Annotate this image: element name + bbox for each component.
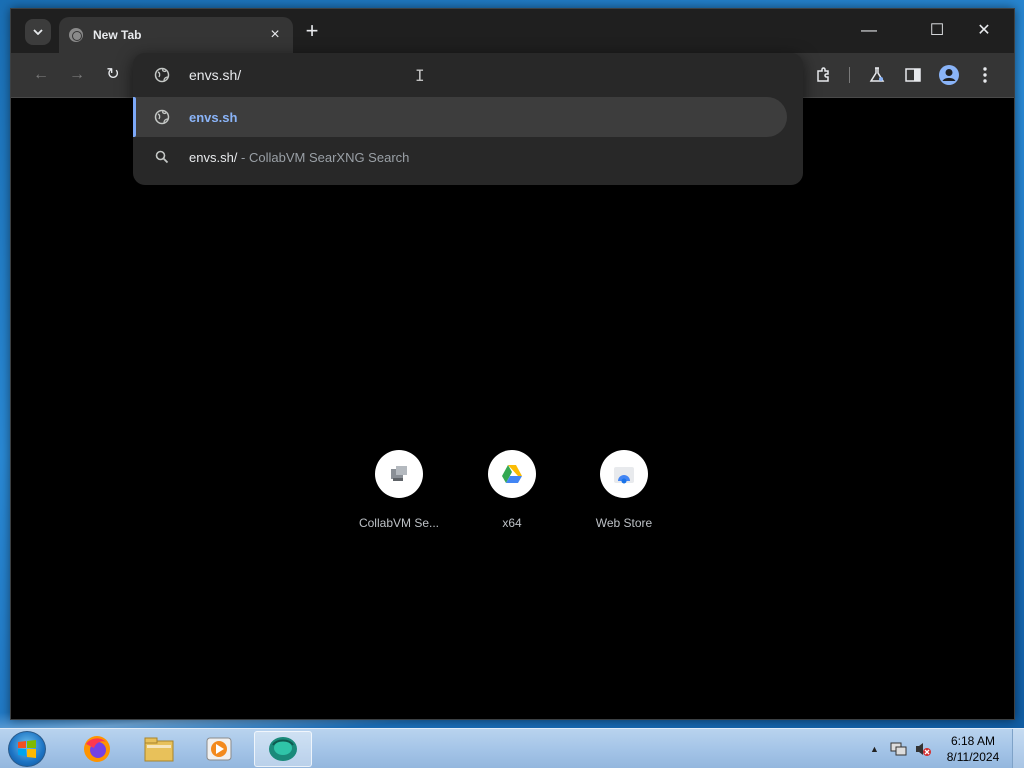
- suggestion-search[interactable]: envs.sh/ - CollabVM SearXNG Search: [133, 137, 803, 177]
- maximize-button[interactable]: ☐: [925, 19, 949, 43]
- suggestion-query: envs.sh/: [189, 149, 238, 165]
- toolbar-separator: [849, 67, 850, 83]
- omnibox-dropdown: envs.sh/ I envs.sh envs.sh/ - CollabVM S…: [133, 53, 803, 185]
- new-tab-button[interactable]: +: [301, 20, 323, 43]
- suggestion-description: - CollabVM SearXNG Search: [237, 149, 410, 165]
- google-drive-icon: [502, 465, 522, 483]
- tab-close-button[interactable]: ×: [267, 26, 283, 44]
- network-icon[interactable]: [890, 741, 908, 757]
- collabvm-icon: [391, 466, 407, 481]
- volume-muted-icon[interactable]: [914, 741, 932, 757]
- shortcut-collabvm[interactable]: CollabVM Se...: [343, 450, 455, 530]
- tab-new-tab[interactable]: New Tab ×: [59, 17, 293, 53]
- taskbar-file-explorer[interactable]: [130, 731, 188, 767]
- shortcut-label: Web Store: [595, 516, 653, 530]
- taskbar-media-player[interactable]: [190, 731, 248, 767]
- clock-time: 6:18 AM: [950, 734, 996, 748]
- menu-dots-icon[interactable]: [973, 63, 997, 87]
- side-panel-icon[interactable]: [901, 63, 925, 87]
- suggestion-url-text: envs.sh: [189, 109, 238, 125]
- shortcut-icon-circle: [600, 450, 648, 498]
- shortcut-icon-circle: [375, 450, 423, 498]
- taskbar-browser[interactable]: [254, 731, 312, 767]
- show-hidden-icons-icon[interactable]: ▲: [870, 744, 882, 754]
- file-explorer-icon: [144, 737, 174, 762]
- extensions-icon[interactable]: [812, 63, 836, 87]
- address-bar-input[interactable]: envs.sh/: [189, 67, 241, 83]
- minimize-button[interactable]: —: [857, 19, 881, 43]
- windows-logo-icon: [18, 740, 36, 758]
- search-icon: [153, 148, 171, 166]
- shortcut-icon-circle: [488, 450, 536, 498]
- show-desktop-button[interactable]: [1012, 729, 1024, 768]
- browser-app-icon: [269, 737, 297, 761]
- chevron-down-icon: [33, 29, 43, 35]
- taskbar: ▲ 6:18 AM 8/11/2024: [0, 728, 1024, 768]
- clock-date: 8/11/2024: [946, 750, 1000, 764]
- address-bar[interactable]: envs.sh/ I: [133, 53, 803, 97]
- shortcut-x64[interactable]: x64: [456, 450, 568, 530]
- forward-button[interactable]: →: [65, 63, 89, 87]
- suggestion-url[interactable]: envs.sh: [133, 97, 787, 137]
- reload-button[interactable]: ↻: [101, 63, 125, 87]
- start-button[interactable]: [8, 731, 46, 767]
- text-cursor-icon: I: [415, 66, 425, 85]
- back-button[interactable]: ←: [29, 63, 53, 87]
- globe-icon: [153, 108, 171, 126]
- taskbar-firefox[interactable]: [68, 731, 126, 767]
- shortcut-label: x64: [502, 516, 522, 530]
- system-tray: ▲: [870, 729, 932, 768]
- tab-strip: New Tab × + — ☐ ✕: [11, 9, 1014, 53]
- web-store-icon: [614, 467, 634, 484]
- tab-search-button[interactable]: [25, 19, 51, 45]
- shortcut-web-store[interactable]: Web Store: [568, 450, 680, 530]
- new-tab-page: CollabVM Se... x64 Web Store: [11, 98, 1014, 719]
- globe-icon: [153, 66, 171, 84]
- shortcut-label: CollabVM Se...: [358, 516, 440, 530]
- tab-title: New Tab: [93, 28, 142, 42]
- browser-window: New Tab × + — ☐ ✕ ← → ↻ CollabVM Se... x…: [10, 8, 1015, 720]
- media-player-icon: [206, 737, 232, 761]
- close-window-button[interactable]: ✕: [972, 19, 996, 43]
- labs-flask-icon[interactable]: [865, 63, 889, 87]
- firefox-icon: [84, 736, 110, 762]
- globe-icon: [69, 28, 83, 42]
- taskbar-clock[interactable]: 6:18 AM 8/11/2024: [938, 733, 1008, 765]
- suggestion-search-text: envs.sh/ - CollabVM SearXNG Search: [189, 150, 409, 165]
- profile-avatar-icon[interactable]: [937, 63, 961, 87]
